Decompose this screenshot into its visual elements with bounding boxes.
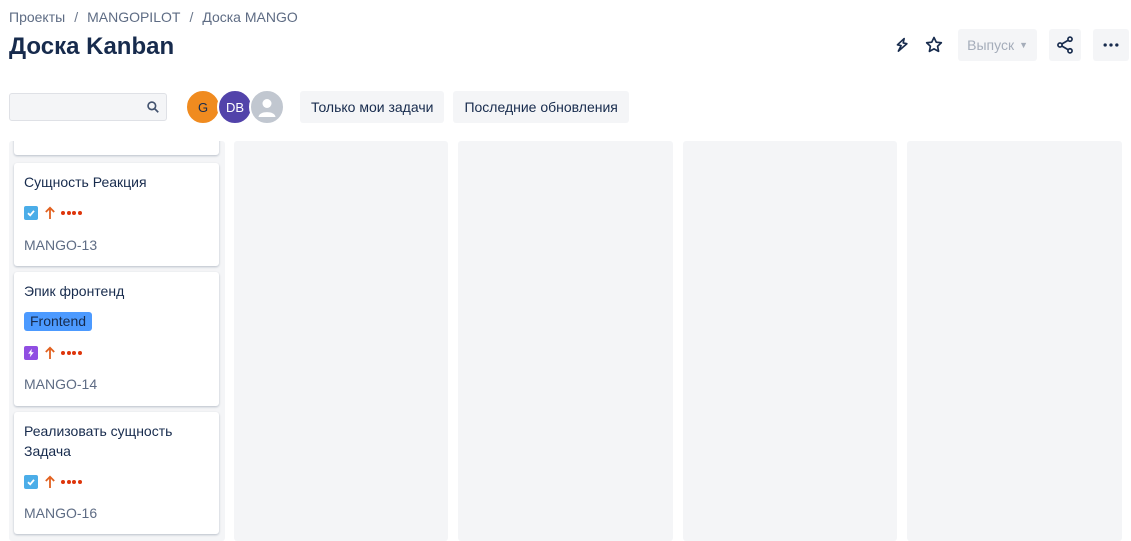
priority-high-icon — [44, 475, 56, 489]
card-key[interactable]: MANGO-13 — [24, 237, 97, 253]
lightning-bolt-icon — [896, 37, 908, 52]
board-column: Сущность Реакция MANGO-13 Эпик фронтенд … — [9, 141, 225, 541]
page-title: Доска Kanban — [9, 33, 175, 60]
filter-recent-updates-button[interactable]: Последние обновления — [453, 91, 629, 123]
header-actions: Выпуск ▼ — [886, 29, 1129, 61]
board-column — [907, 141, 1122, 541]
release-label: Выпуск — [967, 37, 1015, 53]
board-card[interactable] — [14, 141, 219, 155]
breadcrumb-projects[interactable]: Проекты — [9, 9, 65, 25]
breadcrumb-project[interactable]: MANGOPILOT — [87, 9, 180, 25]
search-icon — [147, 101, 159, 113]
task-type-icon — [24, 206, 38, 220]
share-button[interactable] — [1049, 29, 1081, 61]
card-meta — [24, 475, 83, 489]
board-column — [234, 141, 448, 541]
board-column — [458, 141, 673, 541]
story-points-dots-icon — [61, 351, 83, 355]
card-key[interactable]: MANGO-16 — [24, 505, 97, 521]
avatar-initials: G — [197, 99, 209, 115]
card-meta — [24, 346, 83, 360]
star-icon — [925, 36, 943, 53]
filter-bar: G DB Только мои задачи Последние обновле… — [9, 89, 629, 125]
automation-button[interactable] — [886, 29, 918, 61]
epic-type-icon — [24, 346, 38, 360]
filter-my-issues-button[interactable]: Только мои задачи — [300, 91, 445, 123]
breadcrumb: Проекты / MANGOPILOT / Доска MANGO — [9, 9, 298, 25]
board-card[interactable]: Эпик фронтенд Frontend MANGO-14 — [14, 272, 219, 406]
avatar[interactable]: DB — [217, 89, 253, 125]
kanban-board: Сущность Реакция MANGO-13 Эпик фронтенд … — [9, 141, 1131, 541]
search-input[interactable] — [10, 94, 152, 120]
task-type-icon — [24, 475, 38, 489]
share-icon — [1057, 36, 1073, 54]
card-title: Сущность Реакция — [24, 174, 147, 190]
avatar-initials: DB — [225, 99, 245, 115]
breadcrumb-board[interactable]: Доска MANGO — [202, 9, 297, 25]
story-points-dots-icon — [61, 211, 83, 215]
avatar[interactable]: G — [185, 89, 221, 125]
card-meta — [24, 206, 83, 220]
board-column — [683, 141, 897, 541]
more-icon — [1103, 43, 1119, 47]
story-points-dots-icon — [61, 480, 83, 484]
board-card[interactable]: Сущность Реакция MANGO-13 — [14, 163, 219, 266]
search-box — [9, 93, 167, 121]
breadcrumb-separator: / — [189, 9, 194, 25]
release-button[interactable]: Выпуск ▼ — [958, 29, 1037, 61]
star-button[interactable] — [918, 29, 950, 61]
card-key[interactable]: MANGO-14 — [24, 376, 97, 392]
card-label: Frontend — [24, 312, 93, 331]
priority-high-icon — [44, 346, 56, 360]
card-title: Реализовать сущность Задача — [24, 423, 173, 459]
priority-high-icon — [44, 206, 56, 220]
avatar-group: G DB — [185, 89, 285, 125]
board-card[interactable]: Реализовать сущность Задача MANGO-16 — [14, 412, 219, 534]
more-button[interactable] — [1093, 29, 1129, 61]
card-title: Эпик фронтенд — [24, 283, 125, 299]
chevron-down-icon: ▼ — [1019, 40, 1028, 50]
avatar[interactable] — [249, 89, 285, 125]
user-icon — [258, 99, 276, 117]
breadcrumb-separator: / — [74, 9, 79, 25]
